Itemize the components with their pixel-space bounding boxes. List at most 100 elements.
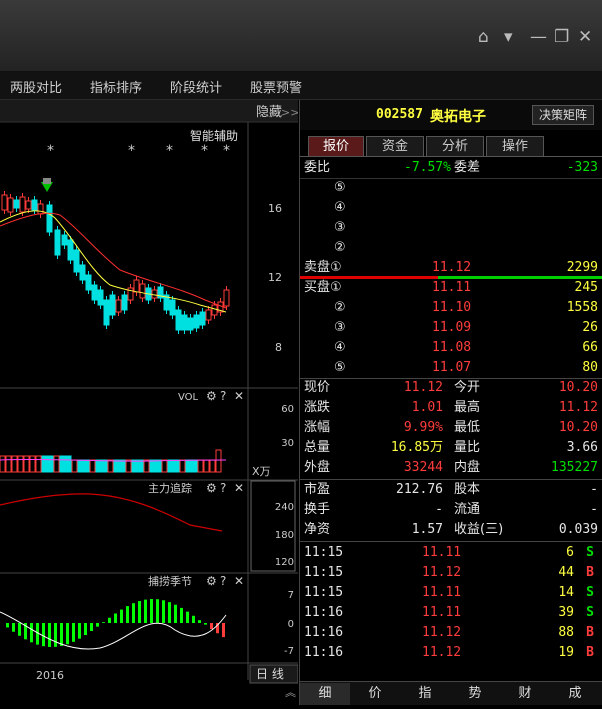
bottom-tab[interactable]: 细 (300, 683, 350, 705)
help-icon[interactable]: ? (220, 481, 226, 495)
sell1-price: 11.12 (432, 260, 472, 275)
candle (187, 317, 194, 331)
buy1-row: 买盘① 11.11 245 (304, 278, 598, 298)
menu-item-stage-stats[interactable]: 阶段统计 (170, 77, 222, 96)
close-icon[interactable]: ✕ (234, 574, 244, 588)
tick-row: 11:16 11.12 88 B (304, 623, 598, 643)
volume-bar (203, 459, 210, 473)
tick-price: 11.12 (422, 565, 462, 580)
stat-label: 最低 (454, 420, 481, 435)
tab-quote[interactable]: 报价 (308, 136, 364, 156)
stat-row: 涨跌 1.01 最高 11.12 (304, 398, 598, 418)
tab-operate[interactable]: 操作 (486, 136, 544, 156)
tick-vol: 14 (558, 585, 574, 600)
stat-label: 市盈 (304, 482, 331, 497)
close-icon[interactable]: ✕ (234, 389, 244, 403)
candle (175, 309, 182, 331)
sell-level-label: ⑤ (334, 180, 346, 195)
menu-item-compare[interactable]: 两股对比 (10, 77, 62, 96)
collapse-icon[interactable]: ︽ (285, 686, 296, 699)
volume-bar (53, 455, 60, 473)
volume-bar (185, 459, 192, 473)
buy-level-label: ③ (334, 320, 346, 335)
tick-side: S (586, 545, 594, 560)
close-icon[interactable]: ✕ (578, 27, 592, 47)
kline-chart[interactable]: 隐藏 >> 智能辅助 * * * * * 16 12 8 VOL ⚙? ✕ 60 30 X万 主… (0, 100, 299, 705)
tick-price: 11.11 (422, 545, 462, 560)
gear-icon[interactable]: ⚙ (206, 481, 217, 495)
candle (139, 283, 146, 299)
zhuli-panel-title: 主力追踪 (148, 481, 192, 495)
bottom-tab[interactable]: 势 (450, 683, 500, 705)
candle (133, 279, 140, 293)
buy-level-row: ③ 11.09 26 (304, 318, 598, 338)
help-icon[interactable]: ? (220, 389, 226, 403)
hide-button[interactable]: 隐藏 (256, 105, 282, 120)
chart-pane[interactable]: 隐藏 >> 智能辅助 * * * * * 16 12 8 VOL ⚙? ✕ 60 30 X万 主… (0, 100, 299, 705)
minimize-icon[interactable]: — (530, 27, 547, 47)
menu-item-alert[interactable]: 股票预警 (250, 77, 302, 96)
axis-label: 30 (281, 438, 294, 449)
bottom-tab[interactable]: 财 (500, 683, 550, 705)
help-icon[interactable]: ? (220, 574, 226, 588)
buy-level-price: 11.08 (432, 340, 472, 355)
volume-bar (41, 455, 48, 473)
stat-label: 股本 (454, 482, 481, 497)
candle (121, 294, 128, 311)
menu-down-icon[interactable]: ▾ (504, 27, 513, 47)
stat-row: 现价 11.12 今开 10.20 (304, 378, 598, 398)
home-icon[interactable]: ⌂ (478, 27, 489, 47)
candle (181, 314, 188, 331)
tab-analysis[interactable]: 分析 (426, 136, 484, 156)
buy-level-price: 11.10 (432, 300, 472, 315)
buy-level-vol: 66 (582, 340, 598, 355)
season-bar (150, 599, 153, 623)
season-bar (126, 606, 129, 623)
bottom-tab[interactable]: 价 (350, 683, 400, 705)
bottom-tab[interactable]: 指 (400, 683, 450, 705)
volume-bar (161, 459, 168, 473)
buy-level-vol: 1558 (566, 300, 598, 315)
season-bar (54, 623, 57, 647)
weibi-label: 委比 (304, 160, 331, 175)
season-bar (30, 623, 33, 643)
stat2-row: 净资 1.57 收益(三) 0.039 (304, 520, 598, 540)
volume-bar (131, 459, 138, 473)
candle (151, 289, 158, 299)
tick-time: 11:16 (304, 605, 344, 620)
decision-matrix-button[interactable]: 决策矩阵 (532, 105, 594, 125)
hide-arrows-icon[interactable]: >> (281, 106, 299, 119)
season-bar (120, 609, 123, 623)
period-button[interactable]: 日 线 (256, 667, 284, 681)
season-bar (78, 623, 81, 639)
tick-vol: 39 (558, 605, 574, 620)
gear-icon[interactable]: ⚙ (206, 574, 217, 588)
signal-star: * (223, 143, 230, 159)
smart-assist-label[interactable]: 智能辅助 (190, 128, 238, 143)
buy-level-row: ④ 11.08 66 (304, 338, 598, 358)
candle (25, 200, 32, 210)
tab-funds[interactable]: 资金 (366, 136, 424, 156)
signal-star: * (201, 143, 208, 159)
gear-icon[interactable]: ⚙ (206, 389, 217, 403)
volume-bar (65, 455, 72, 473)
menu-item-sort[interactable]: 指标排序 (90, 77, 142, 96)
candle (7, 197, 14, 213)
sell-level-row: ⑤ (304, 178, 598, 198)
price-axis-label: 16 (268, 202, 282, 215)
volume-bar (29, 455, 36, 473)
restore-icon[interactable]: ❐ (554, 27, 569, 47)
volume-bar (125, 459, 132, 473)
volume-bar (101, 459, 108, 473)
candle (19, 196, 26, 213)
close-icon[interactable]: ✕ (234, 481, 244, 495)
tick-row: 11:16 11.12 19 B (304, 643, 598, 663)
volume-bar (119, 459, 126, 473)
bottom-tab[interactable]: 成 (550, 683, 600, 705)
tick-price: 11.12 (422, 625, 462, 640)
axis-label: 7 (288, 590, 294, 601)
tick-price: 11.12 (422, 645, 462, 660)
volume-bar (95, 459, 102, 473)
season-bar (90, 623, 93, 631)
tick-vol: 19 (558, 645, 574, 660)
